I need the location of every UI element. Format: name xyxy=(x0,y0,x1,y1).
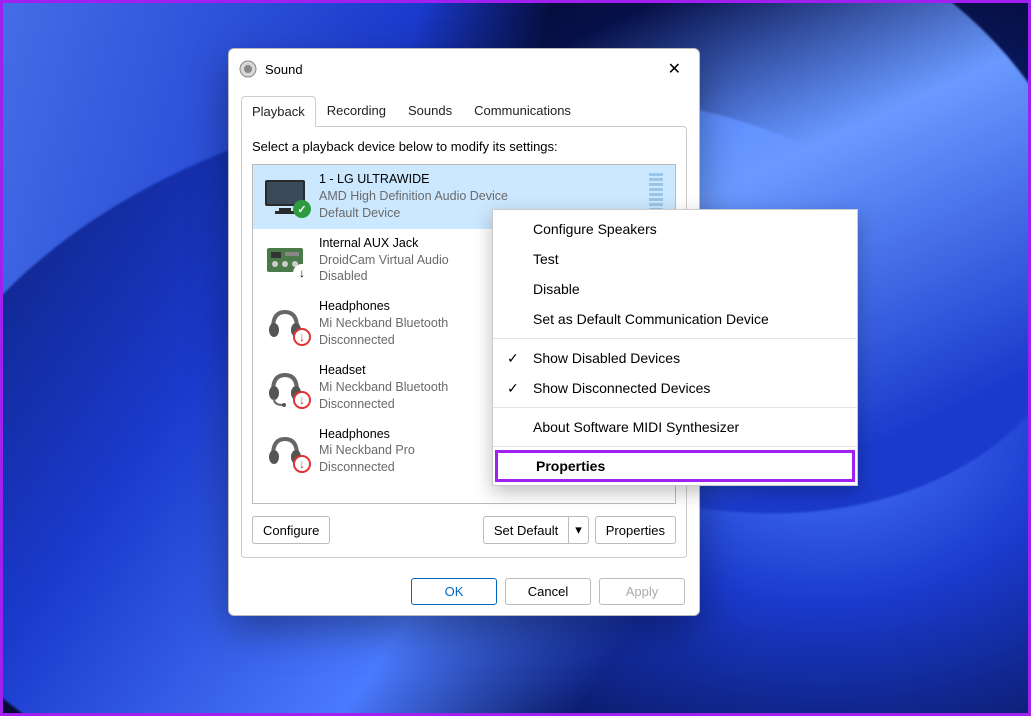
annotation-frame xyxy=(0,0,1031,716)
